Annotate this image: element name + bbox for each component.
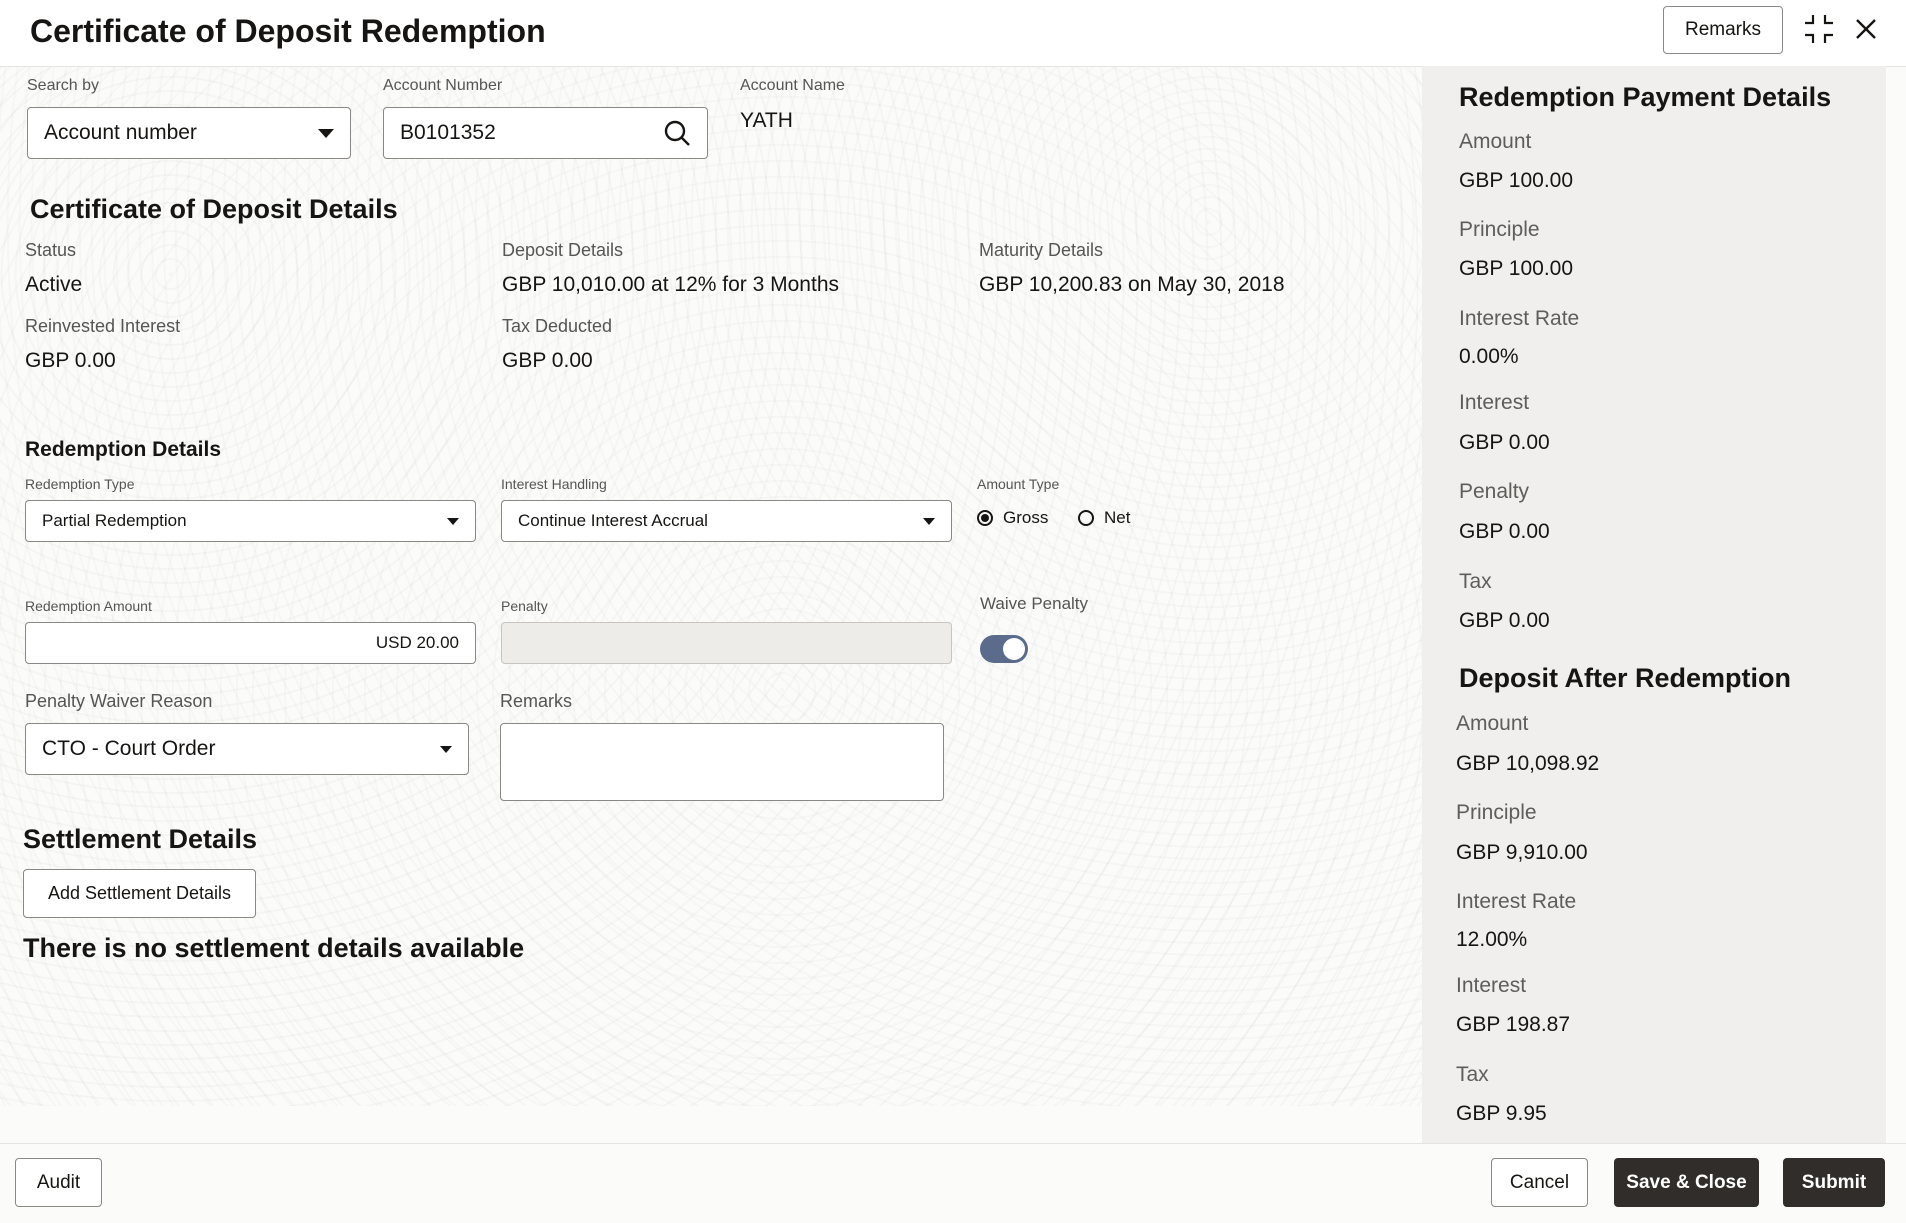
interest-handling-label: Interest Handling xyxy=(501,476,607,492)
toggle-knob xyxy=(1003,638,1025,660)
after-interest-rate-value: 12.00% xyxy=(1456,928,1528,951)
deposit-after-redemption-title: Deposit After Redemption xyxy=(1459,663,1792,693)
payment-interest-value: GBP 0.00 xyxy=(1459,431,1550,454)
chevron-down-icon xyxy=(440,745,452,753)
account-number-input[interactable]: B0101352 xyxy=(383,107,708,159)
amount-type-gross-radio[interactable]: Gross xyxy=(977,508,1048,528)
status-label: Status xyxy=(25,240,77,260)
payment-tax-label: Tax xyxy=(1459,570,1492,593)
remarks-button[interactable]: Remarks xyxy=(1663,6,1783,54)
search-by-label: Search by xyxy=(27,77,100,94)
redemption-amount-value: USD 20.00 xyxy=(375,633,459,652)
no-settlement-message: There is no settlement details available xyxy=(23,933,525,963)
search-by-select[interactable]: Account number xyxy=(27,107,351,159)
audit-button[interactable]: Audit xyxy=(15,1158,102,1207)
payment-amount-label: Amount xyxy=(1459,130,1532,153)
search-icon[interactable] xyxy=(663,119,691,147)
payment-principle-value: GBP 100.00 xyxy=(1459,257,1574,280)
waive-penalty-toggle[interactable] xyxy=(980,635,1028,663)
cd-details-title: Certificate of Deposit Details xyxy=(30,194,398,224)
payment-penalty-label: Penalty xyxy=(1459,480,1530,503)
payment-details-title: Redemption Payment Details xyxy=(1459,82,1832,112)
close-icon[interactable] xyxy=(1851,14,1881,44)
redemption-amount-label: Redemption Amount xyxy=(25,598,152,614)
penalty-waiver-reason-select[interactable]: CTO - Court Order xyxy=(25,723,469,775)
account-name-value: YATH xyxy=(740,109,793,132)
redemption-type-value: Partial Redemption xyxy=(42,511,187,530)
tax-deducted-value: GBP 0.00 xyxy=(502,349,593,372)
penalty-label: Penalty xyxy=(501,598,548,614)
chevron-down-icon xyxy=(447,517,459,525)
amount-type-label: Amount Type xyxy=(977,476,1060,492)
reinvested-interest-label: Reinvested Interest xyxy=(25,316,181,336)
account-number-label: Account Number xyxy=(383,77,503,94)
settlement-details-title: Settlement Details xyxy=(23,824,258,854)
payment-amount-value: GBP 100.00 xyxy=(1459,169,1574,192)
remarks-label: Remarks xyxy=(500,691,573,711)
maturity-details-value: GBP 10,200.83 on May 30, 2018 xyxy=(979,273,1285,296)
payment-tax-value: GBP 0.00 xyxy=(1459,609,1550,632)
after-tax-value: GBP 9.95 xyxy=(1456,1102,1547,1125)
penalty-input xyxy=(501,622,952,664)
after-interest-label: Interest xyxy=(1456,974,1527,997)
penalty-waiver-reason-value: CTO - Court Order xyxy=(42,737,216,760)
amount-type-net-radio[interactable]: Net xyxy=(1078,508,1130,528)
after-tax-label: Tax xyxy=(1456,1063,1489,1086)
redemption-type-select[interactable]: Partial Redemption xyxy=(25,500,476,542)
redemption-type-label: Redemption Type xyxy=(25,476,135,492)
payment-penalty-value: GBP 0.00 xyxy=(1459,520,1550,543)
account-name-label: Account Name xyxy=(740,77,845,94)
radio-unselected-icon xyxy=(1078,510,1094,526)
collapse-icon[interactable] xyxy=(1802,12,1836,46)
payment-interest-rate-value: 0.00% xyxy=(1459,345,1519,368)
submit-button[interactable]: Submit xyxy=(1783,1158,1885,1207)
footer-divider xyxy=(0,1143,1906,1144)
page-title: Certificate of Deposit Redemption xyxy=(30,13,546,49)
payment-interest-rate-label: Interest Rate xyxy=(1459,307,1580,330)
cancel-button[interactable]: Cancel xyxy=(1491,1158,1588,1207)
redemption-details-title: Redemption Details xyxy=(25,438,222,461)
account-number-value: B0101352 xyxy=(400,121,496,144)
after-principle-value: GBP 9,910.00 xyxy=(1456,841,1588,864)
after-amount-label: Amount xyxy=(1456,712,1529,735)
payment-principle-label: Principle xyxy=(1459,218,1540,241)
penalty-waiver-reason-label: Penalty Waiver Reason xyxy=(25,691,213,711)
interest-handling-value: Continue Interest Accrual xyxy=(518,511,708,530)
summary-panel: Redemption Payment Details Amount GBP 10… xyxy=(1422,66,1886,1143)
add-settlement-details-button[interactable]: Add Settlement Details xyxy=(23,869,256,918)
after-amount-value: GBP 10,098.92 xyxy=(1456,752,1600,775)
amount-type-gross-label: Gross xyxy=(1003,508,1049,527)
search-by-value: Account number xyxy=(44,121,197,144)
status-value: Active xyxy=(25,273,83,296)
page-header: Certificate of Deposit Redemption Remark… xyxy=(0,0,1906,67)
after-interest-value: GBP 198.87 xyxy=(1456,1013,1571,1036)
redemption-amount-input[interactable]: USD 20.00 xyxy=(25,622,476,664)
waive-penalty-label: Waive Penalty xyxy=(980,594,1089,613)
maturity-details-label: Maturity Details xyxy=(979,240,1104,260)
deposit-details-label: Deposit Details xyxy=(502,240,624,260)
chevron-down-icon xyxy=(923,517,935,525)
deposit-details-value: GBP 10,010.00 at 12% for 3 Months xyxy=(502,273,839,296)
save-close-button[interactable]: Save & Close xyxy=(1614,1158,1759,1207)
after-principle-label: Principle xyxy=(1456,801,1537,824)
amount-type-net-label: Net xyxy=(1104,508,1131,527)
radio-selected-icon xyxy=(977,510,993,526)
tax-deducted-label: Tax Deducted xyxy=(502,316,613,336)
chevron-down-icon xyxy=(318,128,334,138)
interest-handling-select[interactable]: Continue Interest Accrual xyxy=(501,500,952,542)
payment-interest-label: Interest xyxy=(1459,391,1530,414)
remarks-textarea[interactable] xyxy=(500,723,944,801)
reinvested-interest-value: GBP 0.00 xyxy=(25,349,116,372)
after-interest-rate-label: Interest Rate xyxy=(1456,890,1577,913)
